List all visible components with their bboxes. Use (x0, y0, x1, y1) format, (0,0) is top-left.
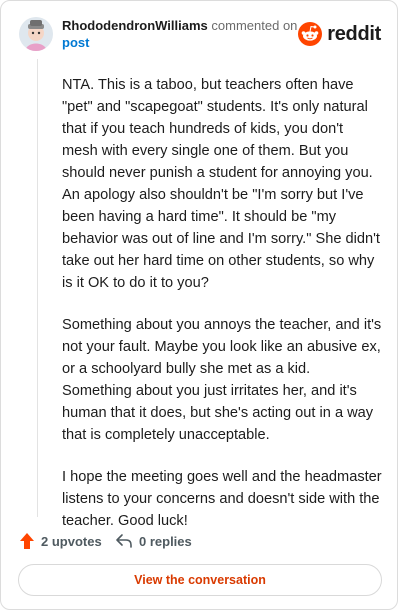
reddit-logo-icon (298, 22, 323, 46)
comment-footer: 2 upvotes 0 replies (19, 529, 379, 553)
action-text: commented on (211, 18, 298, 33)
view-conversation-button[interactable]: View the conversation (18, 564, 382, 596)
comment-header: RhododendronWilliams commented on post r… (19, 15, 383, 55)
comment-card: RhododendronWilliams commented on post r… (0, 0, 398, 610)
upvote-button[interactable]: 2 upvotes (19, 529, 102, 553)
post-link[interactable]: post (62, 35, 89, 50)
comment-meta: RhododendronWilliams commented on post (62, 17, 302, 51)
reply-button[interactable]: 0 replies (115, 529, 192, 553)
comment-paragraph: I hope the meeting goes well and the hea… (62, 469, 382, 529)
comment-paragraph: NTA. This is a taboo, but teachers often… (62, 77, 380, 291)
upvote-count: 2 upvotes (41, 533, 102, 549)
thread-line (37, 59, 38, 517)
comment-body: NTA. This is a taboo, but teachers often… (62, 74, 382, 552)
reddit-wordmark: reddit (327, 22, 381, 45)
reply-arrow-icon (116, 534, 132, 548)
reddit-brand[interactable]: reddit (298, 17, 381, 51)
author-name[interactable]: RhododendronWilliams (62, 18, 208, 33)
upvote-arrow-icon (20, 533, 34, 549)
reply-count: 0 replies (139, 533, 192, 549)
avatar-icon[interactable] (19, 17, 53, 51)
comment-paragraph: Something about you annoys the teacher, … (62, 317, 382, 443)
